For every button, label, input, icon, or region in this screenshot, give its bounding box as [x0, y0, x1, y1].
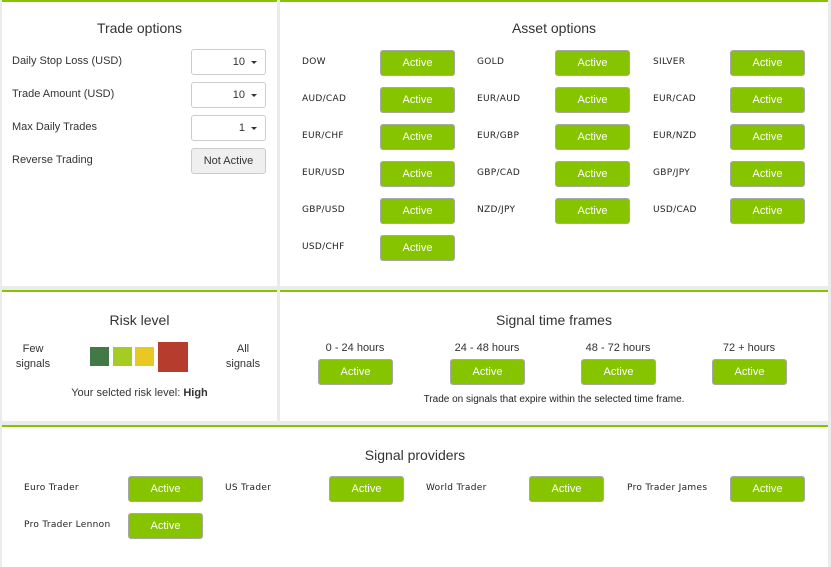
time-frame-toggle[interactable]: Active: [318, 359, 393, 385]
selected-risk-text: Your selcted risk level: High: [71, 387, 208, 399]
provider-toggle-euro-trader[interactable]: Active: [128, 476, 203, 502]
asset-label-eur-cad: EUR/CAD: [653, 94, 697, 104]
provider-toggle-us-trader[interactable]: Active: [329, 476, 404, 502]
asset-toggle-nzd-jpy[interactable]: Active: [555, 198, 630, 224]
asset-toggle-silver[interactable]: Active: [730, 50, 805, 76]
max-daily-trades-select[interactable]: 1: [191, 115, 266, 141]
time-frame-label: 48 - 72 hours: [585, 342, 651, 354]
asset-label-gbp-cad: GBP/CAD: [477, 168, 521, 178]
time-frames-note: Trade on signals that expire within the …: [423, 394, 685, 405]
asset-label-dow: DOW: [302, 57, 326, 67]
asset-toggle-gold[interactable]: Active: [555, 50, 630, 76]
asset-label-eur-gbp: EUR/GBP: [477, 131, 520, 141]
asset-label-usd-cad: USD/CAD: [653, 205, 697, 215]
trade-amount-select[interactable]: 10: [191, 82, 266, 108]
asset-toggle-eur-aud[interactable]: Active: [555, 87, 630, 113]
asset-label-eur-nzd: EUR/NZD: [653, 131, 697, 141]
asset-toggle-eur-cad[interactable]: Active: [730, 87, 805, 113]
asset-label-aud-cad: AUD/CAD: [302, 94, 347, 104]
asset-label-eur-chf: EUR/CHF: [302, 131, 344, 141]
asset-toggle-eur-usd[interactable]: Active: [380, 161, 455, 187]
asset-label-eur-usd: EUR/USD: [302, 168, 345, 178]
asset-options-title: Asset options: [511, 20, 597, 36]
asset-toggle-eur-nzd[interactable]: Active: [730, 124, 805, 150]
provider-label-us-trader: US Trader: [225, 483, 272, 493]
asset-label-nzd-jpy: NZD/JPY: [477, 205, 516, 215]
time-frame-label: 24 - 48 hours: [454, 342, 520, 354]
signal-time-frames-title: Signal time frames: [496, 312, 612, 328]
asset-label-eur-aud: EUR/AUD: [477, 94, 521, 104]
daily-stop-loss-label: Daily Stop Loss (USD): [12, 55, 123, 67]
asset-toggle-eur-gbp[interactable]: Active: [555, 124, 630, 150]
provider-toggle-pro-trader-lennon[interactable]: Active: [128, 513, 203, 539]
risk-level-high[interactable]: [158, 342, 188, 372]
asset-options-panel: Asset options DOW Active GOLD Active SILVER A…: [280, 0, 828, 286]
provider-label-pro-trader-lennon: Pro Trader Lennon: [24, 520, 111, 530]
asset-label-gbp-jpy: GBP/JPY: [653, 168, 691, 178]
asset-toggle-gbp-cad[interactable]: Active: [555, 161, 630, 187]
signal-providers-panel: Signal providers Euro Trader Active US Tra…: [2, 425, 828, 567]
provider-label-world-trader: World Trader: [426, 483, 487, 493]
time-frame-toggle[interactable]: Active: [712, 359, 787, 385]
risk-level-low[interactable]: [90, 347, 109, 366]
trade-amount-label: Trade Amount (USD): [12, 88, 115, 100]
risk-level-elevated[interactable]: [135, 347, 154, 366]
caret-down-icon: [251, 61, 257, 64]
asset-label-silver: SILVER: [653, 57, 686, 67]
asset-toggle-gbp-jpy[interactable]: Active: [730, 161, 805, 187]
asset-label-usd-chf: USD/CHF: [302, 242, 345, 252]
asset-toggle-aud-cad[interactable]: Active: [380, 87, 455, 113]
time-frame-label: 0 - 24 hours: [325, 342, 385, 354]
asset-toggle-dow[interactable]: Active: [380, 50, 455, 76]
risk-level-title: Risk level: [109, 312, 170, 328]
reverse-trading-toggle[interactable]: Not Active: [191, 148, 266, 174]
provider-label-euro-trader: Euro Trader: [24, 483, 79, 493]
asset-toggle-eur-chf[interactable]: Active: [380, 124, 455, 150]
provider-toggle-world-trader[interactable]: Active: [529, 476, 604, 502]
daily-stop-loss-select[interactable]: 10: [191, 49, 266, 75]
trade-amount-value: 10: [232, 89, 245, 101]
asset-toggle-gbp-usd[interactable]: Active: [380, 198, 455, 224]
caret-down-icon: [251, 94, 257, 97]
provider-label-pro-trader-james: Pro Trader James: [627, 483, 708, 493]
reverse-trading-label: Reverse Trading: [12, 154, 93, 166]
max-daily-trades-label: Max Daily Trades: [12, 121, 97, 133]
asset-label-gbp-usd: GBP/USD: [302, 205, 345, 215]
trade-options-panel: Trade options Daily Stop Loss (USD) 10 T…: [2, 0, 277, 286]
signal-providers-title: Signal providers: [364, 447, 466, 463]
risk-level-panel: Risk level Few signals All signals Your …: [2, 290, 277, 421]
asset-label-gold: GOLD: [477, 57, 505, 67]
provider-toggle-pro-trader-james[interactable]: Active: [730, 476, 805, 502]
caret-down-icon: [251, 127, 257, 130]
signal-time-frames-panel: Signal time frames 0 - 24 hours Active 24 …: [280, 290, 828, 421]
trade-options-title: Trade options: [96, 20, 183, 36]
risk-level-medium[interactable]: [113, 347, 132, 366]
asset-toggle-usd-chf[interactable]: Active: [380, 235, 455, 261]
daily-stop-loss-value: 10: [232, 56, 245, 68]
time-frame-toggle[interactable]: Active: [450, 359, 525, 385]
all-signals-label: All signals: [225, 343, 261, 370]
time-frame-label: 72 + hours: [722, 342, 776, 354]
max-daily-trades-value: 1: [238, 122, 245, 134]
asset-toggle-usd-cad[interactable]: Active: [730, 198, 805, 224]
selected-risk-value: High: [183, 387, 208, 399]
time-frame-toggle[interactable]: Active: [581, 359, 656, 385]
few-signals-label: Few signals: [15, 343, 51, 370]
